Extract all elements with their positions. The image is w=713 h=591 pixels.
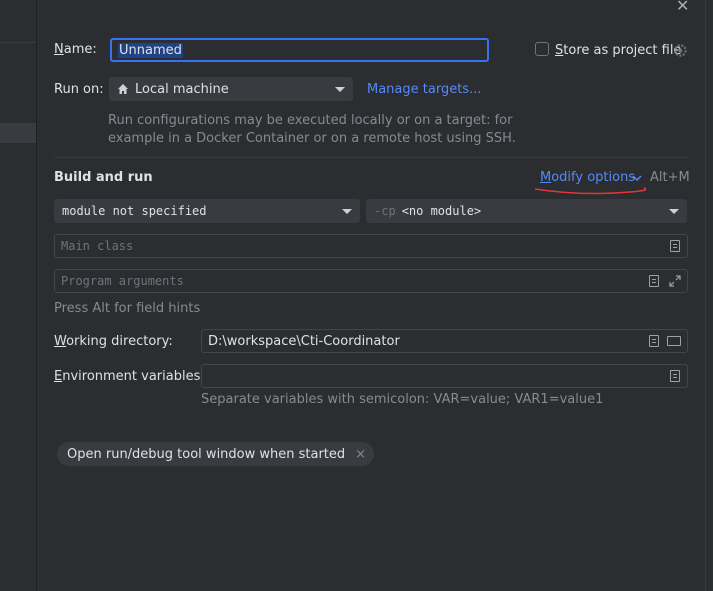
name-field-value: Unnamed — [118, 42, 183, 58]
program-arguments-field[interactable]: Program arguments — [54, 269, 688, 293]
classpath-combo[interactable]: -cp <no module> — [366, 199, 687, 223]
name-field[interactable]: Unnamed — [110, 38, 489, 62]
chip-label: Open run/debug tool window when started — [67, 446, 346, 462]
classpath-prefix: -cp — [374, 204, 396, 218]
store-as-project-label: Store as project file — [555, 43, 682, 58]
field-hints-text: Press Alt for field hints — [54, 301, 201, 316]
chevron-down-icon — [335, 87, 345, 92]
chevron-down-icon[interactable] — [632, 174, 642, 182]
run-on-combo[interactable]: Local machine — [109, 77, 353, 101]
close-icon[interactable]: ✕ — [676, 0, 689, 15]
main-class-field[interactable]: Main class — [54, 234, 688, 258]
working-directory-label: Working directory: — [54, 334, 173, 349]
chevron-down-icon — [342, 209, 352, 214]
gear-icon[interactable] — [673, 43, 688, 58]
browse-icon[interactable] — [670, 240, 680, 252]
module-value: module not specified — [62, 204, 207, 218]
run-on-value: Local machine — [135, 81, 229, 97]
working-directory-value: D:\workspace\Cti-Coordinator — [208, 333, 400, 349]
red-annotation-underline — [534, 187, 646, 195]
module-combo[interactable]: module not specified — [54, 199, 360, 223]
chip-close-icon[interactable]: × — [355, 447, 366, 462]
name-label-rest: ame: — [63, 42, 97, 57]
expand-icon[interactable] — [669, 275, 681, 287]
left-config-tree — [0, 0, 37, 591]
right-edge-strip — [705, 0, 713, 591]
modify-options-shortcut: Alt+M — [650, 170, 690, 185]
home-icon — [118, 84, 128, 94]
name-label: Name: — [54, 42, 97, 57]
chevron-down-icon — [669, 209, 679, 214]
folder-icon[interactable] — [667, 336, 681, 346]
section-divider — [54, 157, 688, 158]
manage-targets-link[interactable]: Manage targets... — [367, 82, 481, 97]
run-on-hint-line-1: Run configurations may be executed local… — [108, 113, 513, 128]
main-class-placeholder: Main class — [61, 239, 134, 253]
environment-variables-hint: Separate variables with semicolon: VAR=v… — [201, 392, 604, 407]
modify-options-link[interactable]: Modify options — [540, 170, 635, 185]
working-directory-field[interactable]: D:\workspace\Cti-Coordinator — [201, 329, 688, 353]
classpath-value: <no module> — [401, 204, 482, 218]
run-on-hint-line-2: example in a Docker Container or on a re… — [108, 131, 516, 146]
run-on-label: Run on: — [54, 82, 104, 97]
open-tool-window-chip[interactable]: Open run/debug tool window when started … — [57, 442, 375, 466]
environment-variables-field[interactable] — [201, 364, 688, 388]
build-and-run-title: Build and run — [54, 170, 153, 185]
left-tree-selected-row[interactable] — [0, 123, 36, 143]
macro-icon[interactable] — [649, 335, 659, 347]
store-as-project-checkbox[interactable] — [535, 42, 549, 56]
environment-variables-label: Environment variables: — [54, 369, 205, 384]
edit-env-icon[interactable] — [670, 370, 680, 382]
expand-text-icon[interactable] — [649, 275, 659, 287]
program-arguments-placeholder: Program arguments — [61, 274, 184, 288]
left-tree-separator — [0, 42, 36, 43]
